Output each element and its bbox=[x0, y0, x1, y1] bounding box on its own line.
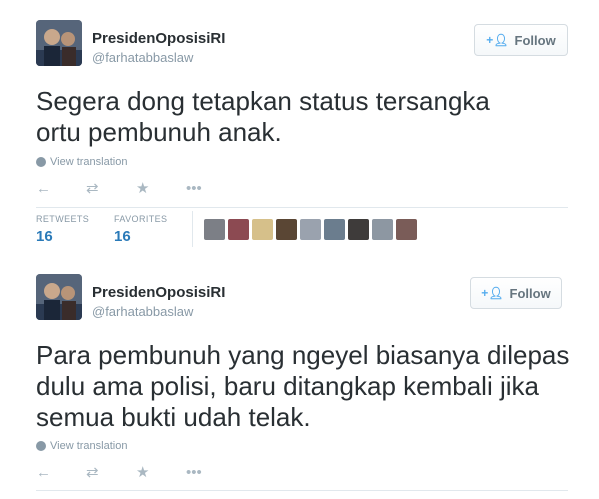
reply-icon[interactable]: ← bbox=[36, 462, 86, 482]
star-icon[interactable]: ★ bbox=[136, 462, 186, 482]
user-fullname[interactable]: PresidenOposisiRI bbox=[92, 284, 225, 301]
globe-icon bbox=[36, 441, 46, 451]
divider bbox=[36, 490, 568, 491]
add-user-icon: +👤︎ bbox=[481, 286, 504, 300]
retweet-icon[interactable]: ⇄ bbox=[86, 462, 136, 482]
avatar[interactable] bbox=[36, 274, 82, 320]
more-icon[interactable]: ••• bbox=[186, 462, 236, 482]
view-translation-label: View translation bbox=[50, 440, 128, 452]
tweet-text: Para pembunuh yang ngeyel biasanya dilep… bbox=[36, 340, 570, 432]
user-handle[interactable]: @farhatabbaslaw bbox=[92, 304, 193, 319]
tweet-actions: ← ⇄ ★ ••• bbox=[36, 462, 236, 482]
view-translation-link[interactable]: View translation bbox=[36, 440, 127, 452]
follow-label: Follow bbox=[509, 285, 551, 301]
avatar-image bbox=[36, 274, 82, 320]
tweet-2: PresidenOposisiRI @farhatabbaslaw +👤︎ Fo… bbox=[0, 0, 599, 499]
follow-button[interactable]: +👤︎ Follow bbox=[470, 277, 562, 309]
